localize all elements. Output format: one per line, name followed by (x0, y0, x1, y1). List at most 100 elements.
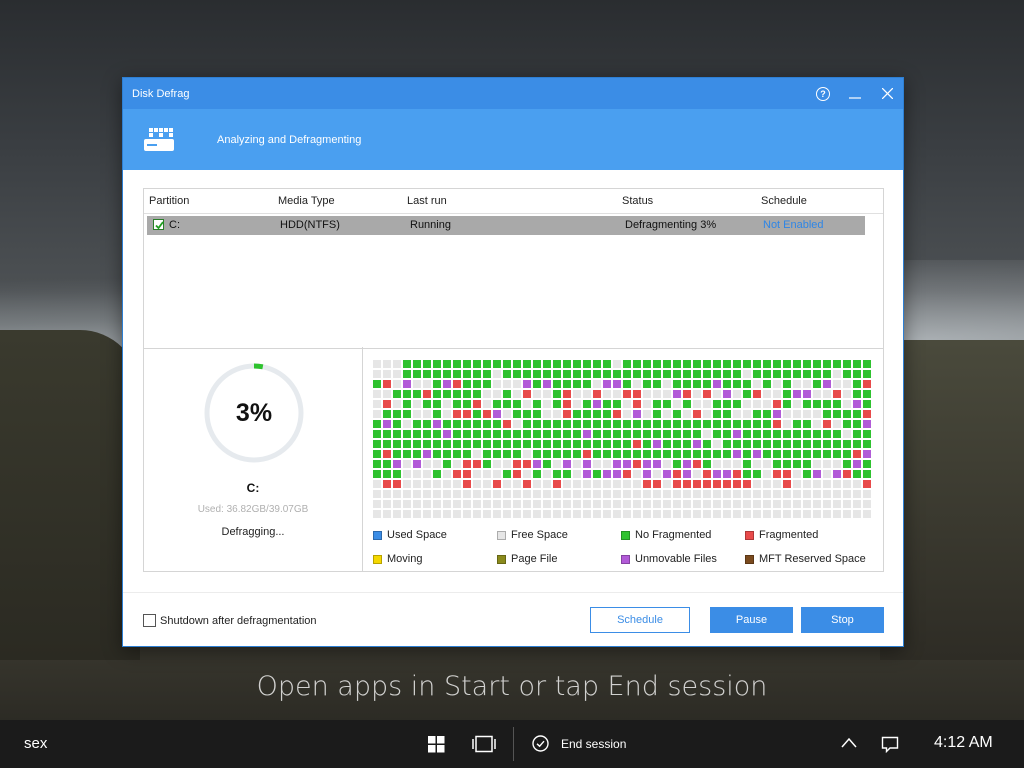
cell-schedule-link[interactable]: Not Enabled (763, 219, 824, 231)
cluster-block (853, 450, 861, 458)
cluster-block (723, 410, 731, 418)
cluster-block (763, 420, 771, 428)
cluster-block (773, 480, 781, 488)
cluster-block (703, 510, 711, 518)
legend-swatch (745, 530, 754, 540)
cluster-block (493, 510, 501, 518)
cluster-block (673, 400, 681, 408)
cluster-block (813, 470, 821, 478)
cluster-block (423, 460, 431, 468)
cluster-block (723, 450, 731, 458)
cluster-block (443, 510, 451, 518)
table-row[interactable]: C: HDD(NTFS) Running Defragmenting 3% No… (147, 216, 865, 235)
shutdown-option[interactable]: Shutdown after defragmentation (143, 614, 317, 627)
cluster-block (743, 360, 751, 368)
cluster-block (513, 400, 521, 408)
cluster-block (733, 360, 741, 368)
schedule-button[interactable]: Schedule (590, 607, 690, 633)
header-partition[interactable]: Partition (149, 195, 189, 207)
cluster-block (683, 470, 691, 478)
cluster-block (733, 400, 741, 408)
cluster-block (613, 500, 621, 508)
taskbar-separator (513, 727, 514, 761)
cluster-block (753, 420, 761, 428)
cluster-block (823, 510, 831, 518)
legend-swatch (497, 554, 506, 564)
cluster-block (703, 480, 711, 488)
cluster-block (393, 440, 401, 448)
help-icon: ? (816, 86, 830, 101)
cluster-block (723, 430, 731, 438)
cluster-block (623, 360, 631, 368)
stop-button[interactable]: Stop (801, 607, 884, 633)
cluster-block (593, 370, 601, 378)
header-last-run[interactable]: Last run (407, 195, 447, 207)
cluster-block (863, 480, 871, 488)
cluster-block (773, 400, 781, 408)
cluster-block (453, 470, 461, 478)
cluster-block (853, 480, 861, 488)
cluster-block (863, 500, 871, 508)
cluster-block (663, 360, 671, 368)
task-view-icon[interactable] (472, 735, 496, 753)
cluster-block (673, 360, 681, 368)
cluster-block (863, 420, 871, 428)
pause-button[interactable]: Pause (710, 607, 793, 633)
cluster-block (803, 430, 811, 438)
cluster-block (753, 380, 761, 388)
help-button[interactable]: ? (807, 78, 839, 109)
cluster-block (783, 430, 791, 438)
cluster-block (613, 380, 621, 388)
cluster-block (473, 380, 481, 388)
minimize-button[interactable] (839, 78, 871, 109)
cluster-block (543, 490, 551, 498)
cluster-block (843, 450, 851, 458)
end-session-button[interactable]: End session (532, 735, 626, 752)
title-bar[interactable]: Disk Defrag ? (123, 78, 903, 109)
cluster-block (523, 400, 531, 408)
cluster-block (733, 460, 741, 468)
header-schedule[interactable]: Schedule (761, 195, 807, 207)
cluster-block (673, 480, 681, 488)
cluster-block (813, 420, 821, 428)
header-media-type[interactable]: Media Type (278, 195, 335, 207)
cluster-block (553, 500, 561, 508)
action-center-icon[interactable] (881, 736, 899, 753)
cluster-block (503, 480, 511, 488)
cluster-block (623, 440, 631, 448)
cluster-block (433, 370, 441, 378)
cluster-block (813, 480, 821, 488)
cluster-block (503, 510, 511, 518)
cluster-block (743, 430, 751, 438)
cluster-block (443, 380, 451, 388)
shutdown-checkbox[interactable] (143, 614, 156, 627)
cluster-block (393, 430, 401, 438)
cluster-block (613, 460, 621, 468)
cluster-block (583, 380, 591, 388)
cluster-block (853, 420, 861, 428)
cluster-block (683, 440, 691, 448)
chevron-up-icon[interactable] (840, 736, 858, 750)
cluster-block (753, 400, 761, 408)
header-status[interactable]: Status (622, 195, 653, 207)
cluster-block (583, 490, 591, 498)
cluster-block (403, 480, 411, 488)
cluster-block (443, 370, 451, 378)
close-button[interactable] (871, 78, 903, 109)
partition-checkbox[interactable] (153, 219, 164, 230)
cluster-block (473, 400, 481, 408)
cluster-block (493, 500, 501, 508)
cluster-block (753, 490, 761, 498)
cluster-block (433, 360, 441, 368)
cluster-block (613, 360, 621, 368)
cluster-block (793, 500, 801, 508)
clock[interactable]: 4:12 AM (934, 734, 993, 752)
cluster-block (763, 410, 771, 418)
windows-start-icon[interactable] (428, 736, 445, 753)
cluster-block (833, 510, 841, 518)
cluster-block (863, 440, 871, 448)
cluster-block (673, 440, 681, 448)
cluster-block (483, 470, 491, 478)
progress-percent: 3% (235, 398, 273, 427)
user-name[interactable]: sex (24, 735, 47, 752)
